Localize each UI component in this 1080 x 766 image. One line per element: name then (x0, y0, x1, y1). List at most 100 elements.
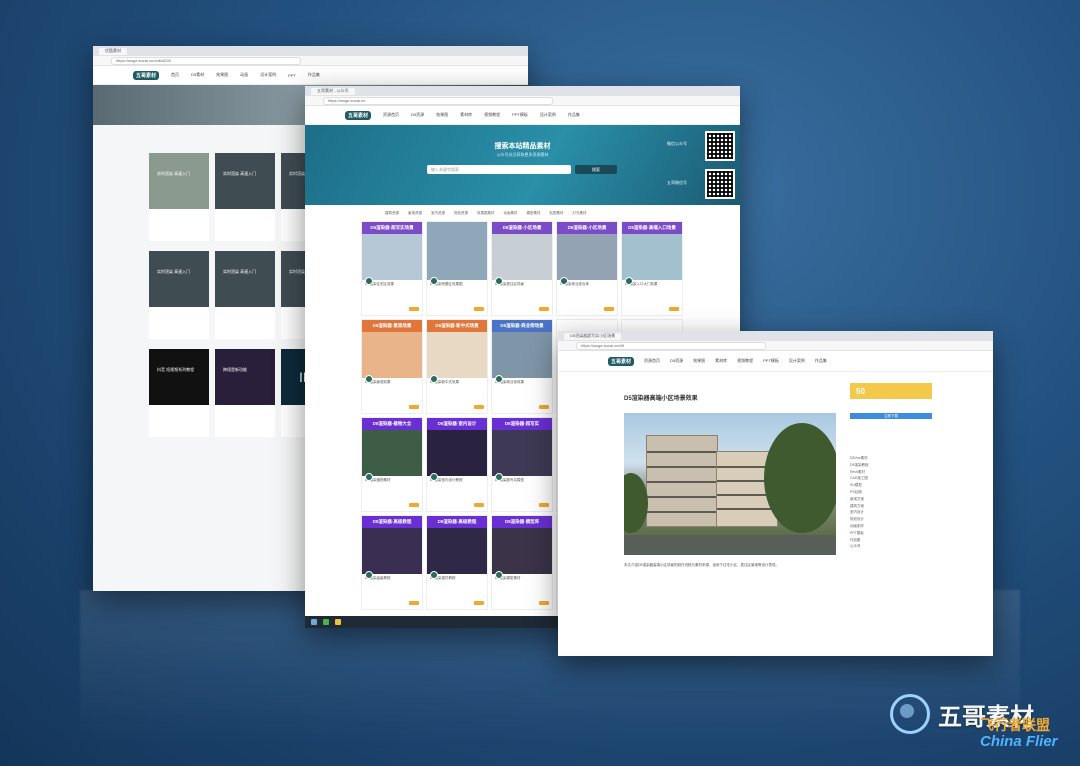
resource-card[interactable]: D5渲染器·高端入口场景 D5渲染入口大门效果 (621, 221, 683, 316)
category-link[interactable]: 动画素材 (504, 211, 518, 216)
side-list-item[interactable]: PS后期 (850, 489, 932, 496)
card-thumbnail: D5渲染器·商业街场景 (492, 320, 552, 378)
resource-card[interactable]: 实时渲染 高速入门 (215, 153, 275, 241)
category-link[interactable]: 贴图素材 (550, 211, 564, 216)
card-thumb-title: 实时渲染 高速入门 (157, 171, 191, 176)
nav-item[interactable]: 设计案例 (260, 72, 276, 78)
nav-item[interactable]: PPT模板 (763, 358, 779, 364)
resource-card[interactable]: 实时渲染 高速入门 (149, 251, 209, 339)
side-list-item[interactable]: 公众号 (850, 543, 932, 550)
resource-card[interactable]: D5渲染器·超写实 D5渲染超写实模型 (491, 417, 553, 512)
side-list-item[interactable]: 动画制作 (850, 523, 932, 530)
card-thumb-title: 实时渲染 高速入门 (223, 171, 257, 176)
author-avatar (430, 571, 438, 579)
side-list-item[interactable]: D5Vue素材 (850, 455, 932, 462)
card-band-title: D5渲染器·小区场景 (492, 222, 552, 234)
resource-card[interactable]: D5渲染器·高级教程 D5渲染插件教程 (426, 515, 488, 610)
nav-item[interactable]: PPT (288, 73, 296, 78)
category-link[interactable]: 效果图素材 (477, 211, 495, 216)
side-list-item[interactable]: 景观方案 (850, 496, 932, 503)
nav-item[interactable]: 素材库 (715, 358, 727, 364)
qr-code-icon (705, 169, 735, 199)
card-thumbnail: D5渲染器·景观场景 (362, 320, 422, 378)
nav-item[interactable]: 首页 (171, 72, 179, 78)
nav-item[interactable]: 作品集 (568, 112, 580, 118)
search-input[interactable]: 输入关键字搜索 (427, 165, 571, 174)
nav-item[interactable]: 设计案例 (540, 112, 556, 118)
card-thumbnail: D5渲染器·小区场景 (492, 222, 552, 280)
category-link[interactable]: 规划资源 (454, 211, 468, 216)
browser-tab[interactable]: 优酷素材 (99, 47, 127, 55)
site-logo[interactable]: 五哥素材 (133, 70, 160, 80)
url-field[interactable]: https://wuge.sucai.cn (323, 96, 553, 105)
resource-card[interactable]: D5渲染器·新中式场景 D5渲染新中式效果 (426, 319, 488, 414)
card-band-title: D5渲染器·高级教程 (362, 516, 422, 528)
search-button[interactable]: 搜索 (575, 165, 617, 174)
browser-tab[interactable]: D5渲染器超写实小区场景 (564, 332, 622, 340)
nav-item[interactable]: D5素材 (191, 72, 204, 78)
price-tag (539, 601, 549, 605)
nav-item[interactable]: PPT模板 (512, 112, 528, 118)
resource-card[interactable]: 抖音 短视频系列教程 (149, 349, 209, 437)
nav-item[interactable]: 作品集 (308, 72, 320, 78)
nav-item[interactable]: 资源首页 (644, 358, 660, 364)
nav-item[interactable]: 视频教程 (484, 112, 500, 118)
nav-item[interactable]: 视频教程 (737, 358, 753, 364)
card-band-title: D5渲染器·植物大全 (362, 418, 422, 430)
browser-tab[interactable]: 五哥素材 - 公众号 (311, 87, 355, 95)
nav-item[interactable]: 资源首页 (383, 112, 399, 118)
resource-card[interactable]: D5渲染器·植物大全 D5渲染植物素材 (361, 417, 423, 512)
category-link[interactable]: 模型素材 (527, 211, 541, 216)
side-list-item[interactable]: Revit素材 (850, 469, 932, 476)
author-avatar (430, 277, 438, 285)
side-list-item[interactable]: 室内设计 (850, 509, 932, 516)
nav-item[interactable]: 素材库 (460, 112, 472, 118)
side-list-item[interactable]: PPT模板 (850, 530, 932, 537)
folder-icon[interactable] (335, 619, 341, 625)
nav-item[interactable]: 效果图 (436, 112, 448, 118)
search-hero: 搜索本站精品素材 公众号关注获取更多资源素材 输入关键字搜索 搜索 微信公众号 … (305, 125, 740, 205)
resource-card[interactable]: D5渲染器·高级教程 D5渲染高级教程 (361, 515, 423, 610)
resource-card[interactable]: 实时渲染 高速入门 (215, 251, 275, 339)
site-logo[interactable]: 五哥素材 (608, 356, 635, 366)
resource-card[interactable]: D5渲染器·商业街场景 D5渲染商业街效果 (491, 319, 553, 414)
nav-item[interactable]: D5资源 (411, 112, 424, 118)
category-link[interactable]: 室内资源 (431, 211, 445, 216)
resource-card[interactable]: D5渲染器·景观场景 D5渲染景观效果 (361, 319, 423, 414)
nav-item[interactable]: D5资源 (670, 358, 683, 364)
resource-card[interactable]: D5渲染器·超写实场景 D5渲染住宅区效果 (361, 221, 423, 316)
resource-card[interactable]: D5渲染器·小区场景 D5渲染商业综合体 (556, 221, 618, 316)
resource-card[interactable]: D5渲染器·模型库 D5渲染模型素材 (491, 515, 553, 610)
article-title: D5渲染器高端小区场景效果 (624, 396, 698, 402)
resource-card[interactable]: D5渲染别墅区效果图 (426, 221, 488, 316)
category-link[interactable]: 建筑资源 (385, 211, 399, 216)
side-list-item[interactable]: 规划设计 (850, 516, 932, 523)
side-list-item[interactable]: CAD施工图 (850, 475, 932, 482)
nav-item[interactable]: 设计案例 (789, 358, 805, 364)
nav-item[interactable]: 作品集 (815, 358, 827, 364)
category-link[interactable]: 景观资源 (408, 211, 422, 216)
url-field[interactable]: https://wuge.sucai.cn/d5 (576, 341, 766, 350)
resource-card[interactable]: 跨境是新功能 (215, 349, 275, 437)
resource-card[interactable]: D5渲染器·小区场景 D5渲染居住区场景 (491, 221, 553, 316)
side-list-item[interactable]: SU模型 (850, 482, 932, 489)
resource-card[interactable]: 实时渲染 高速入门 (149, 153, 209, 241)
nav-item[interactable]: 效果图 (693, 358, 705, 364)
browser-icon[interactable] (323, 619, 329, 625)
nav-item[interactable]: 动画 (240, 72, 248, 78)
side-list-item[interactable]: 作品集 (850, 537, 932, 544)
author-avatar (560, 277, 568, 285)
download-button[interactable]: 立即下载 (850, 413, 932, 419)
side-list-item[interactable]: 建筑方案 (850, 503, 932, 510)
windows-start-icon[interactable] (311, 619, 317, 625)
nav-item[interactable]: 效果图 (216, 72, 228, 78)
category-link[interactable]: 灯光素材 (573, 211, 587, 216)
url-field[interactable]: https://wuge.sucai.cn/cdb/d200 (111, 56, 301, 65)
author-avatar (625, 277, 633, 285)
card-thumbnail: D5渲染器·超写实 (492, 418, 552, 476)
site-logo[interactable]: 五哥素材 (345, 110, 372, 120)
price-tag (409, 601, 419, 605)
card-band-title: D5渲染器·高端入口场景 (622, 222, 682, 234)
resource-card[interactable]: D5渲染器·室内设计 D5渲染室内设计教程 (426, 417, 488, 512)
side-list-item[interactable]: D5渲染教程 (850, 462, 932, 469)
